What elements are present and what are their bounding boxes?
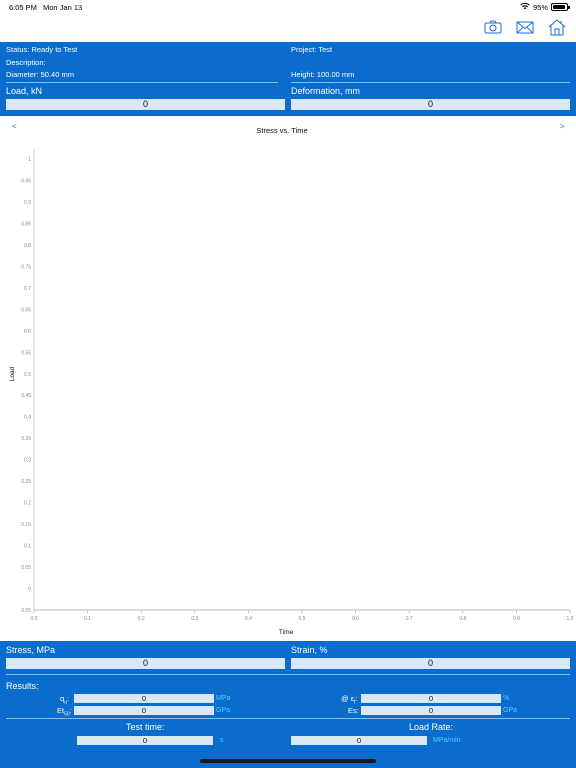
y-axis-label: Load	[9, 366, 16, 381]
et50-value-field: 0	[74, 706, 214, 715]
home-indicator	[200, 759, 376, 763]
x-axis-label: Time	[279, 629, 294, 636]
y-tick-label: 0.45	[21, 393, 31, 399]
es-label: Es:	[348, 706, 359, 715]
x-tick-label: 0.1	[84, 616, 91, 622]
strain-label: Strain, %	[291, 645, 328, 655]
qu-label: qu:	[60, 694, 70, 706]
stress-label: Stress, MPa	[6, 645, 56, 655]
battery-percent: 95%	[532, 2, 548, 12]
eps-value-field: 0	[361, 694, 501, 703]
project-text: Project: Test	[291, 45, 333, 54]
status-bar: 6:05 PM Mon Jan 13 95%	[0, 0, 576, 14]
y-tick-label: 0.55	[21, 350, 31, 356]
info-divider-right	[291, 82, 570, 83]
top-toolbar	[482, 16, 568, 38]
y-tick-label: 0.05	[21, 608, 31, 614]
y-tick-label: 0.7	[24, 286, 31, 292]
y-tick-label: 0.15	[21, 522, 31, 528]
y-tick-label: 0.8	[24, 243, 31, 249]
strain-value-field: 0	[291, 658, 570, 669]
x-tick-label: 1.0	[567, 616, 574, 622]
y-tick-label: 0.4	[24, 415, 31, 421]
test-time-value-field: 0	[77, 736, 213, 745]
test-time-unit: s	[220, 737, 224, 744]
y-tick-label: 0.95	[21, 178, 31, 184]
diameter-text: Diameter: 50.40 mm	[6, 70, 74, 79]
x-tick-label: 0.6	[352, 616, 359, 622]
camera-icon	[484, 20, 502, 34]
deformation-label: Deformation, mm	[291, 86, 361, 96]
eps-label: @ εf:	[341, 694, 358, 706]
y-tick-label: 0.3	[24, 458, 31, 464]
wifi-icon	[520, 2, 530, 12]
mail-icon	[516, 21, 534, 33]
camera-button[interactable]	[482, 16, 504, 38]
status-text: Status: Ready to Test	[6, 45, 78, 54]
x-tick-label: 0.3	[191, 616, 198, 622]
home-button[interactable]	[546, 16, 568, 38]
y-tick-label: 0.5	[24, 372, 31, 378]
et50-label: Et50:	[57, 706, 72, 718]
x-tick-label: 0.2	[138, 616, 145, 622]
results-divider-bottom	[6, 718, 570, 719]
y-tick-label: 0.65	[21, 307, 31, 313]
status-right: 95%	[520, 2, 570, 12]
y-tick-label: 0.25	[21, 479, 31, 485]
x-tick-label: 0.8	[459, 616, 466, 622]
x-tick-label: 0.0	[31, 616, 38, 622]
load-value-field: 0	[6, 99, 285, 110]
y-tick-label: 0.6	[24, 329, 31, 335]
stress-time-chart: Stress vs. Time 0.05 0 0.05 0.1 0.15 0.2 0.25 0.…	[9, 126, 574, 636]
eps-unit: %	[503, 695, 510, 702]
stress-value-field: 0	[6, 658, 285, 669]
mail-button[interactable]	[514, 16, 536, 38]
x-tick-label: 0.9	[513, 616, 520, 622]
es-value-field: 0	[361, 706, 501, 715]
es-unit: GPa	[503, 707, 518, 714]
chart-title: Stress vs. Time	[256, 126, 307, 135]
qu-value-field: 0	[74, 694, 214, 703]
test-info-panel: Status: Ready to Test Project: Test Desc…	[0, 42, 576, 116]
height-text: Height: 100.00 mm	[291, 70, 355, 79]
load-rate-label: Load Rate:	[409, 722, 454, 732]
load-label: Load, kN	[6, 86, 43, 96]
qu-unit: MPa	[216, 695, 231, 702]
chart-area: < > Stress vs. Time 0.05 0 0.05 0.1 0.15 0.2 0.…	[0, 116, 576, 641]
y-tick-label: 0.9	[24, 200, 31, 206]
status-time: 6:05 PM	[9, 3, 37, 12]
y-tick-label: 1	[28, 157, 31, 163]
et50-unit: GPa	[216, 707, 231, 714]
results-panel: Stress, MPa Strain, % 0 0 Results: qu: 0…	[0, 641, 576, 768]
test-time-label: Test time:	[126, 722, 165, 732]
battery-icon	[551, 3, 570, 11]
info-divider-left	[6, 82, 278, 83]
y-tick-label: 0.85	[21, 221, 31, 227]
results-heading: Results:	[6, 681, 39, 691]
description-text: Description:	[6, 58, 46, 67]
y-tick-label: 0.35	[21, 436, 31, 442]
x-tick-label: 0.4	[245, 616, 252, 622]
results-divider-top	[6, 674, 570, 675]
x-tick-label: 0.7	[406, 616, 413, 622]
home-icon	[548, 18, 566, 35]
y-tick-label: 0.2	[24, 501, 31, 507]
deformation-value-field: 0	[291, 99, 570, 110]
x-tick-label: 0.5	[299, 616, 306, 622]
y-tick-label: 0.05	[21, 565, 31, 571]
y-tick-label: 0.1	[24, 544, 31, 550]
status-date: Mon Jan 13	[43, 3, 83, 12]
y-tick-label: 0.75	[21, 264, 31, 270]
y-tick-label: 0	[28, 587, 31, 593]
load-rate-value-field: 0	[291, 736, 427, 745]
load-rate-unit: MPa/min	[433, 737, 461, 744]
